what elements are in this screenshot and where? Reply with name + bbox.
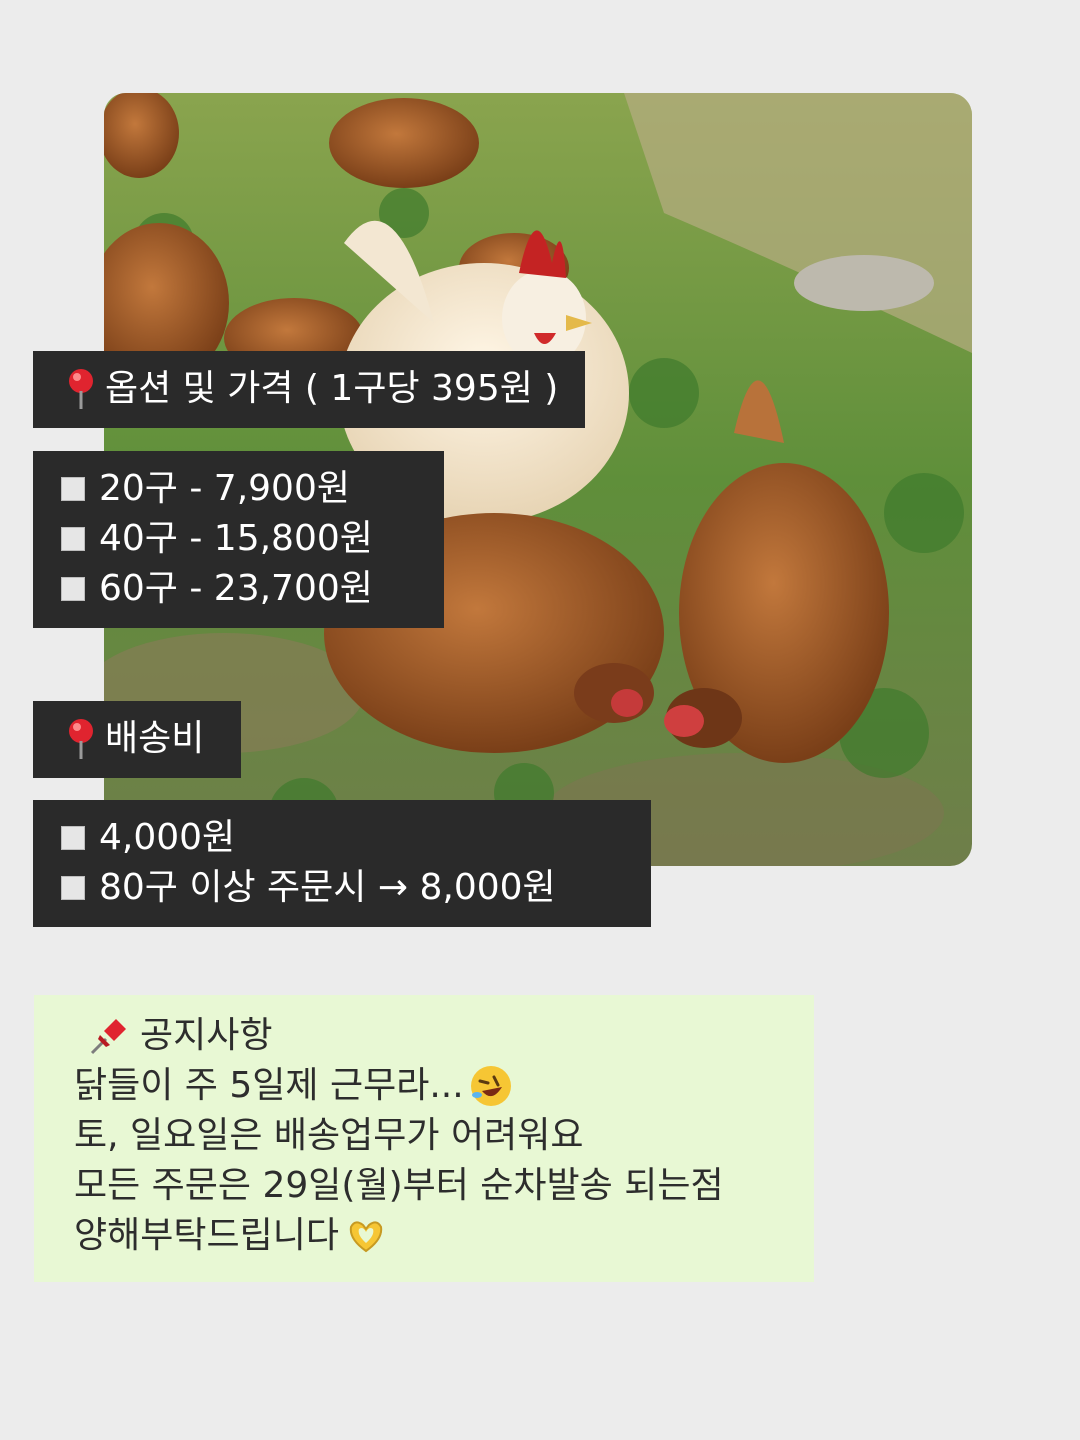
notice-box: 공지사항 닭들이 주 5일제 근무라... 토, 일요일은 배송업무가 어려워요… [34,995,814,1282]
options-title-tag: 옵션 및 가격 ( 1구당 395원 ) [33,351,585,428]
square-bullet-icon [61,477,85,501]
price-item-text: 60구 - 23,700원 [99,568,373,609]
pushpin-icon [90,1019,126,1055]
square-bullet-icon [61,527,85,551]
square-bullet-icon [61,876,85,900]
price-item: 20구 - 7,900원 [61,464,422,514]
shipping-price-item: 4,000원 [61,813,629,863]
shipping-price-list: 4,000원 80구 이상 주문시 → 8,000원 [33,800,651,927]
square-bullet-icon [61,826,85,850]
price-item-text: 20구 - 7,900원 [99,468,350,509]
shipping-title-tag: 배송비 [33,701,241,778]
price-list: 20구 - 7,900원 40구 - 15,800원 60구 - 23,700원 [33,451,444,628]
options-title: 옵션 및 가격 ( 1구당 395원 ) [105,368,559,409]
shipping-price-text: 80구 이상 주문시 → 8,000원 [99,867,556,908]
notice-line: 모든 주문은 29일(월)부터 순차발송 되는점 [74,1165,724,1206]
price-item: 40구 - 15,800원 [61,514,422,564]
price-item-text: 40구 - 15,800원 [99,518,373,559]
round-pushpin-icon [69,719,93,759]
heart-hands-emoji-icon [349,1221,383,1253]
square-bullet-icon [61,577,85,601]
notice-line: 양해부탁드립니다 [74,1215,339,1256]
notice-line: 닭들이 주 5일제 근무라... [74,1065,464,1106]
shipping-title: 배송비 [105,718,205,759]
round-pushpin-icon [69,369,93,409]
rofl-emoji-icon [470,1066,511,1106]
notice-line: 토, 일요일은 배송업무가 어려워요 [74,1115,584,1156]
shipping-price-text: 4,000원 [99,817,236,858]
shipping-price-item: 80구 이상 주문시 → 8,000원 [61,863,629,913]
price-item: 60구 - 23,700원 [61,564,422,614]
notice-title: 공지사항 [140,1015,273,1056]
